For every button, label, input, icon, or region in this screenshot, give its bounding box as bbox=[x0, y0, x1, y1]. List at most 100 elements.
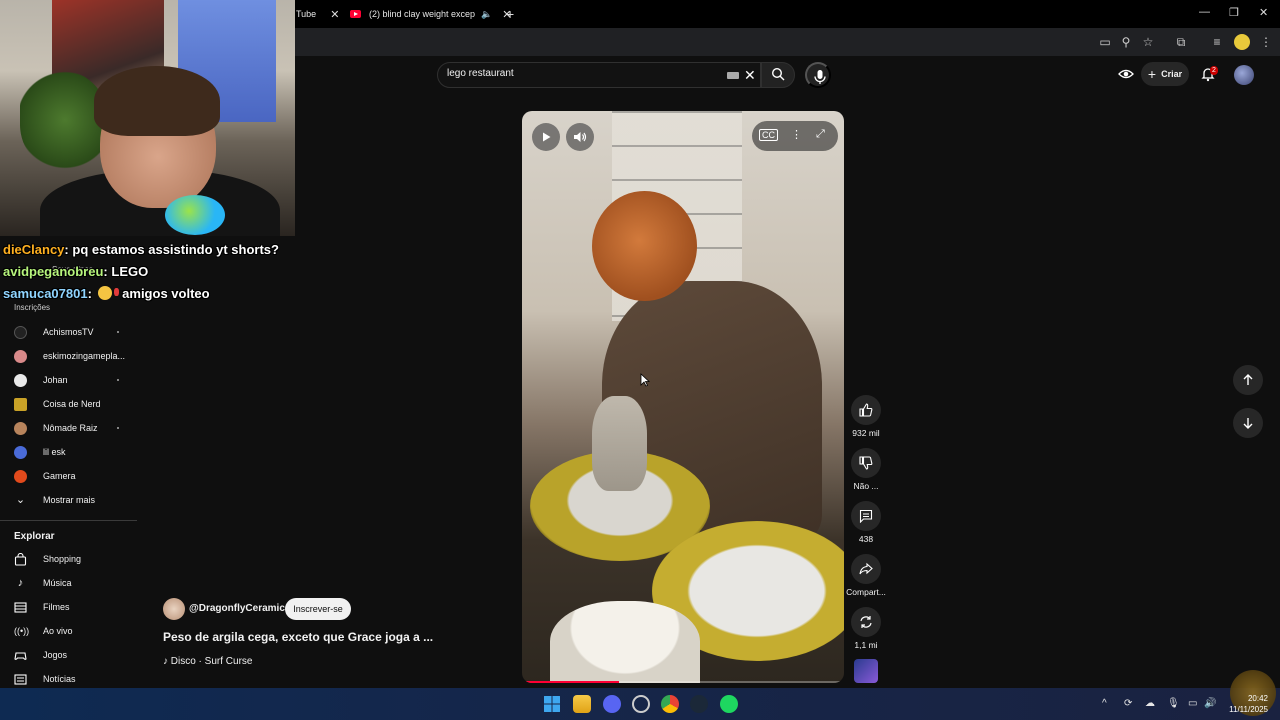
zoom-icon[interactable]: ⚲ bbox=[1118, 34, 1134, 50]
sidebar-item-shopping[interactable]: Shopping bbox=[14, 548, 134, 570]
sidebar-item-label: Notícias bbox=[43, 674, 76, 684]
extensions-icon[interactable]: ⧉ bbox=[1173, 34, 1189, 50]
new-content-dot bbox=[117, 331, 119, 333]
sidebar-item-music[interactable]: ♪ Música bbox=[14, 572, 134, 594]
clock-date[interactable]: 11/11/2025 bbox=[1220, 705, 1268, 714]
fullscreen-icon[interactable]: ⤢ bbox=[816, 128, 825, 141]
streamer-hair bbox=[94, 66, 220, 136]
sidebar-item-gamera[interactable]: Gamera bbox=[14, 465, 134, 487]
channel-avatar bbox=[14, 397, 27, 411]
search-input[interactable] bbox=[447, 68, 717, 79]
browser-tab-youtube[interactable]: Tube ✕ bbox=[296, 0, 339, 28]
window-close-icon[interactable]: ✕ bbox=[1259, 6, 1268, 19]
sidebar-item-coisa-de-nerd[interactable]: Coisa de Nerd bbox=[14, 393, 134, 415]
video-progress-fill bbox=[522, 681, 619, 683]
channel-avatar[interactable] bbox=[163, 598, 185, 620]
spotify-icon[interactable] bbox=[720, 695, 738, 713]
video-progress-bar[interactable] bbox=[522, 681, 844, 683]
tab-title: (2) blind clay weight excep bbox=[369, 9, 476, 19]
account-avatar[interactable] bbox=[1234, 65, 1254, 85]
tab-close-icon[interactable]: ✕ bbox=[330, 8, 339, 21]
chat-message: avidpeganobreu: LEGO bbox=[3, 264, 149, 279]
profile-avatar[interactable] bbox=[1234, 34, 1250, 50]
music-note-icon: ♪ bbox=[17, 576, 24, 589]
like-button[interactable] bbox=[851, 395, 881, 425]
sidebar-item-gaming[interactable]: Jogos bbox=[14, 644, 134, 666]
browser-menu-icon[interactable]: ⋮ bbox=[1258, 34, 1274, 50]
share-label: Compart... bbox=[846, 587, 886, 597]
file-explorer-icon[interactable] bbox=[573, 695, 591, 713]
sidebar-item-lil-esk[interactable]: lil esk bbox=[14, 441, 134, 463]
tray-chevron-icon[interactable]: ^ bbox=[1102, 698, 1107, 709]
new-tab-icon[interactable]: + bbox=[506, 6, 514, 22]
media-control-icon[interactable]: ≡ bbox=[1209, 34, 1225, 50]
network-icon[interactable]: ▭ bbox=[1188, 698, 1197, 709]
discord-icon[interactable] bbox=[603, 695, 621, 713]
sidebar-item-news[interactable]: Notícias bbox=[14, 668, 134, 690]
sidebar-item-eskimozingameplay[interactable]: eskimozingamepla... bbox=[14, 345, 134, 367]
browser-tab-active[interactable]: (2) blind clay weight excep 🔈 ✕ bbox=[350, 0, 512, 28]
microphone-icon bbox=[814, 70, 826, 84]
dislike-button[interactable] bbox=[851, 448, 881, 478]
keyboard-icon[interactable] bbox=[727, 72, 739, 79]
sidebar-item-label: Johan bbox=[43, 375, 68, 385]
sync-icon[interactable]: ⟳ bbox=[1124, 698, 1132, 709]
sidebar-item-label: eskimozingamepla... bbox=[43, 351, 126, 361]
channel-name[interactable]: @DragonflyCeramics bbox=[189, 603, 290, 614]
sidebar-item-label: Filmes bbox=[43, 602, 70, 612]
volume-button[interactable] bbox=[566, 123, 594, 151]
subscribe-button[interactable]: Inscrever-se bbox=[285, 598, 351, 620]
more-options-icon[interactable]: ⋮ bbox=[791, 128, 802, 141]
sidebar-item-label: Ao vivo bbox=[43, 626, 73, 636]
sidebar-item-live[interactable]: ((•)) Ao vivo bbox=[14, 620, 134, 642]
speaker-icon[interactable]: 🔈 bbox=[481, 9, 492, 20]
restore-icon[interactable]: ❐ bbox=[1229, 6, 1239, 19]
steam-icon[interactable] bbox=[690, 695, 708, 713]
drop-emote-icon bbox=[113, 288, 119, 296]
share-button[interactable] bbox=[851, 554, 881, 584]
like-count: 932 mil bbox=[852, 428, 880, 438]
shorts-video-player[interactable]: CC ⋮ ⤢ bbox=[522, 111, 844, 683]
chevron-down-icon: ⌄ bbox=[15, 493, 26, 506]
sidebar-item-achismostv[interactable]: AchismosTV bbox=[14, 321, 134, 343]
play-button[interactable] bbox=[532, 123, 560, 151]
eye-icon[interactable] bbox=[1118, 67, 1134, 81]
captions-icon[interactable]: CC bbox=[759, 129, 778, 141]
previous-video-button[interactable] bbox=[1233, 365, 1263, 395]
dislike-label: Não ... bbox=[853, 481, 879, 491]
sidebar-item-label: Jogos bbox=[43, 650, 68, 660]
sidebar-item-johan[interactable]: Johan bbox=[14, 369, 134, 391]
next-video-button[interactable] bbox=[1233, 408, 1263, 438]
play-icon bbox=[543, 132, 551, 142]
video-title[interactable]: Peso de argila cega, exceto que Grace jo… bbox=[163, 630, 433, 644]
obs-icon[interactable] bbox=[632, 695, 650, 713]
cast-icon[interactable]: ▭ bbox=[1097, 34, 1113, 50]
sidebar-item-movies[interactable]: Filmes bbox=[14, 596, 134, 618]
laughing-emote-icon bbox=[97, 286, 112, 300]
volume-tray-icon[interactable]: 🔊 bbox=[1204, 698, 1216, 709]
comments-button[interactable] bbox=[851, 501, 881, 531]
search-button[interactable] bbox=[761, 62, 795, 88]
microphone-tray-icon[interactable]: 🎙 bbox=[1167, 698, 1180, 709]
minimize-icon[interactable]: — bbox=[1199, 6, 1210, 18]
sidebar-item-label: Coisa de Nerd bbox=[43, 399, 101, 409]
sidebar-item-label: Nômade Raiz bbox=[43, 423, 98, 433]
chrome-icon[interactable] bbox=[661, 695, 679, 713]
microphone-cover bbox=[165, 195, 225, 235]
clock-time[interactable]: 20:42 bbox=[1220, 694, 1268, 703]
cloud-icon[interactable]: ☁ bbox=[1145, 698, 1155, 709]
remix-button[interactable] bbox=[851, 607, 881, 637]
audio-thumbnail[interactable] bbox=[854, 659, 878, 683]
voice-search-button[interactable] bbox=[805, 62, 831, 88]
bookmark-star-icon[interactable]: ☆ bbox=[1140, 34, 1156, 50]
sidebar-item-nomade-raiz[interactable]: Nômade Raiz bbox=[14, 417, 134, 439]
clear-search-icon[interactable]: ✕ bbox=[744, 67, 756, 84]
search-box: ✕ bbox=[437, 62, 761, 88]
windows-start-icon[interactable] bbox=[543, 695, 561, 713]
create-button[interactable]: + Criar bbox=[1141, 62, 1189, 86]
comment-count: 438 bbox=[858, 534, 874, 544]
show-more-button[interactable]: ⌄ Mostrar mais bbox=[14, 489, 134, 511]
music-link[interactable]: ♪ Disco · Surf Curse bbox=[163, 656, 252, 667]
new-content-dot bbox=[117, 379, 119, 381]
sidebar-item-label: lil esk bbox=[43, 447, 66, 457]
